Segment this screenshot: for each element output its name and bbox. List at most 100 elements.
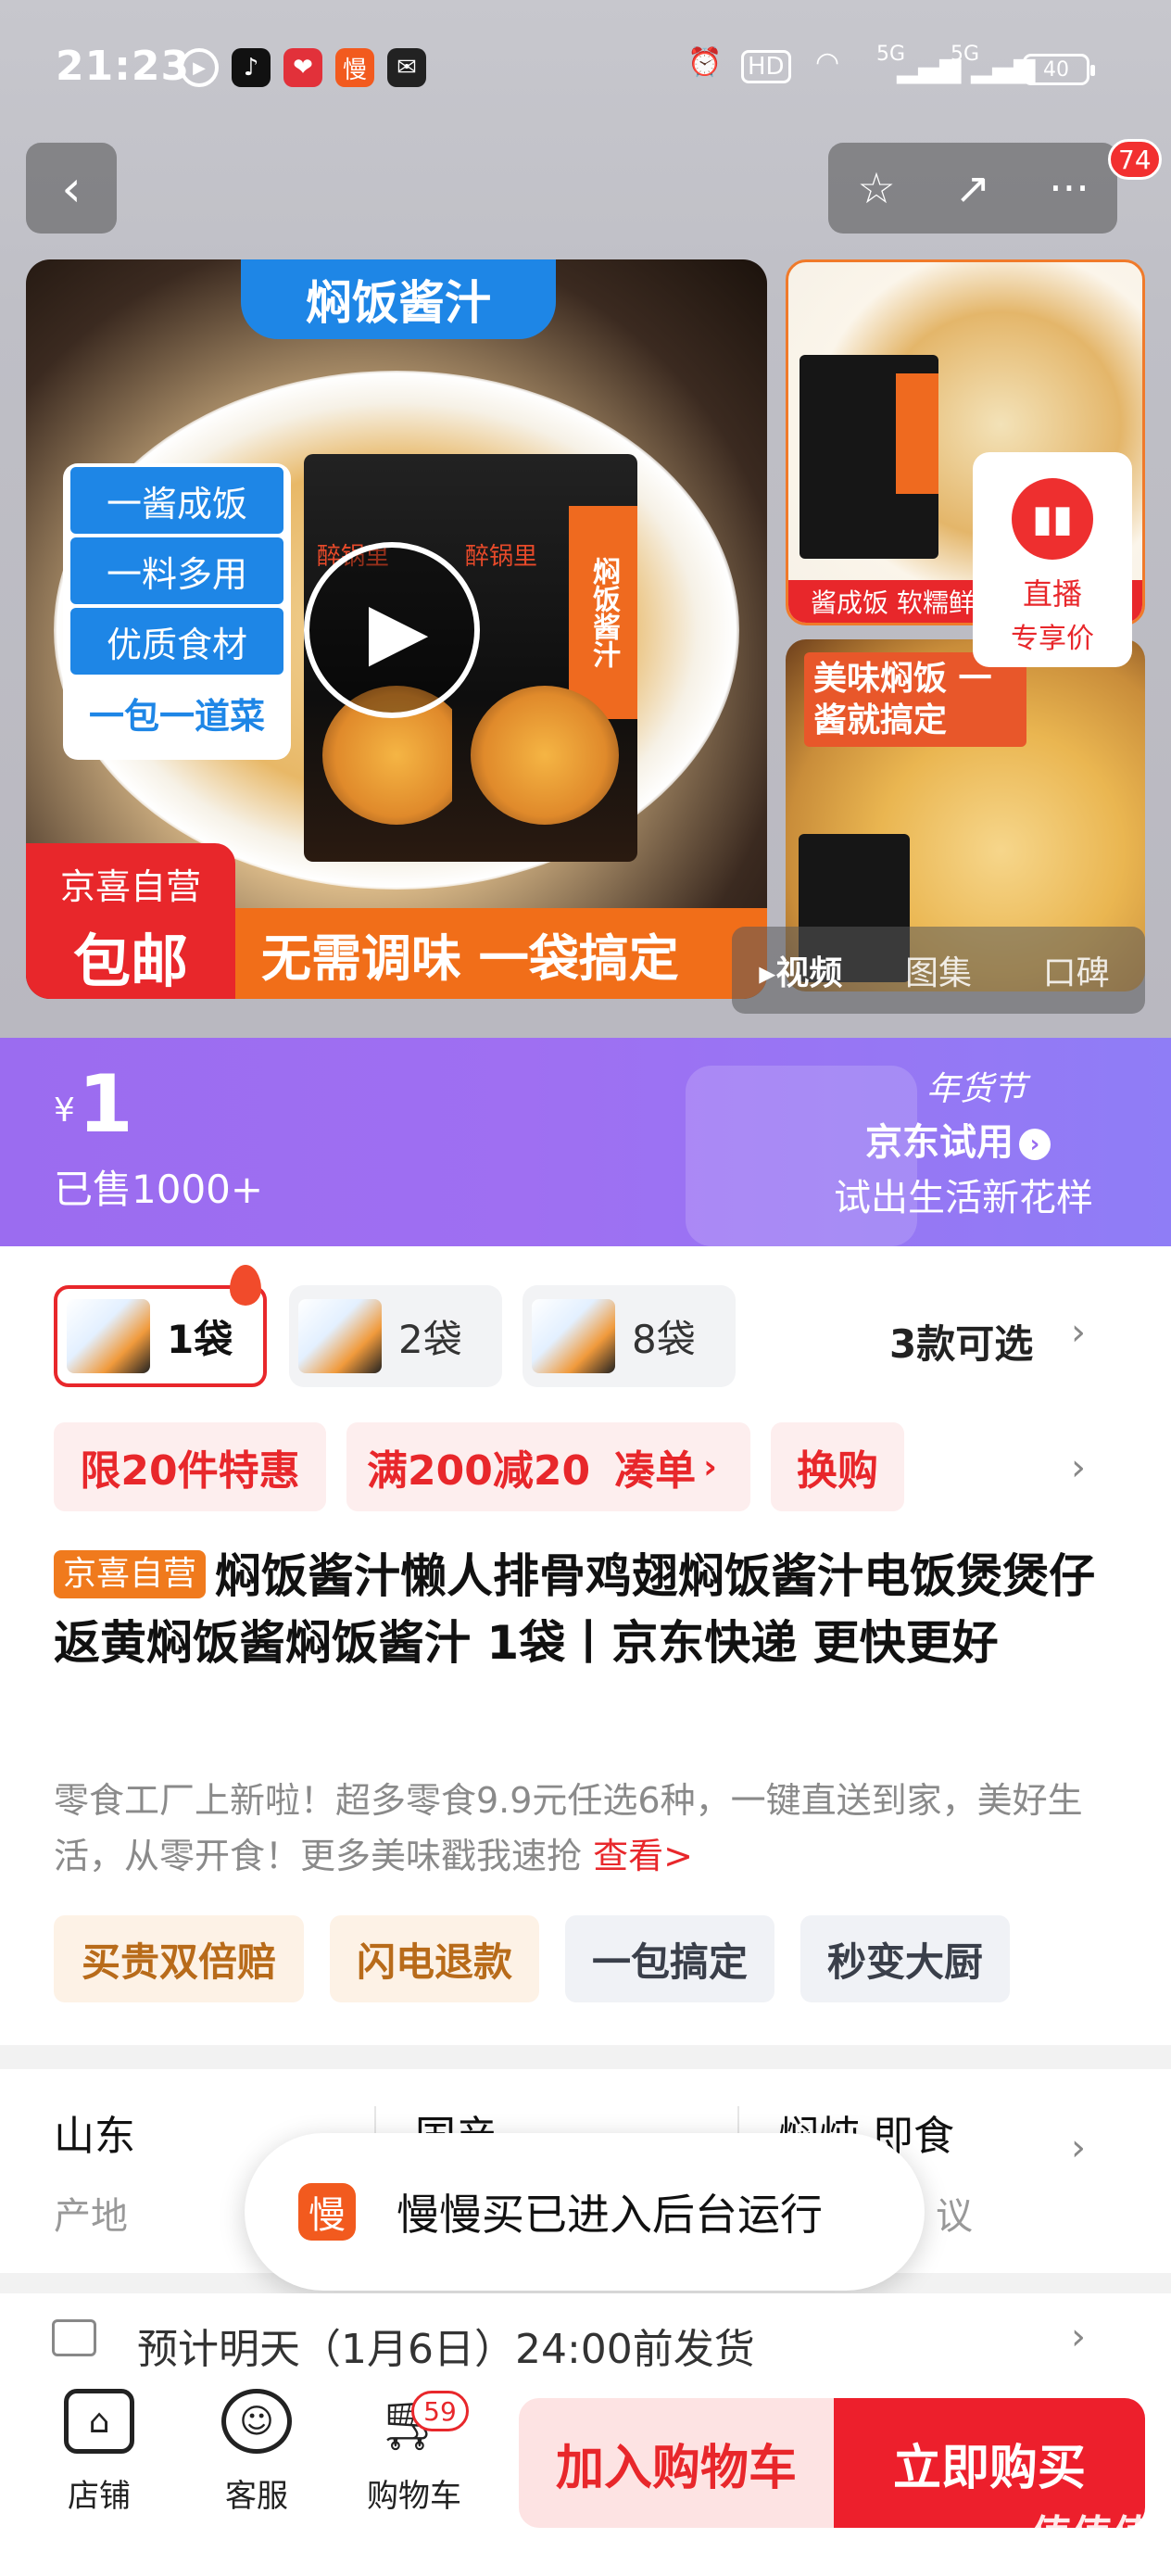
hd-icon: HD: [741, 50, 791, 83]
tab-reviews[interactable]: 口碑: [1007, 946, 1145, 994]
store-icon: ⌂: [64, 2389, 134, 2454]
tab-video[interactable]: ▸视频: [732, 946, 870, 994]
service-tag[interactable]: 一包搞定: [565, 1915, 774, 2002]
chevron-right-icon: ›: [1019, 1129, 1051, 1160]
product-title: 京喜自营 焖饭酱汁懒人排骨鸡翅焖饭酱汁电饭煲煲仔返黄焖饭酱焖饭酱汁 1袋丨京东快递…: [54, 1543, 1128, 1676]
tab-gallery[interactable]: 图集: [870, 946, 1008, 994]
watermark-site: zhizhizhi.com: [1029, 2561, 1155, 2576]
play-video-button[interactable]: ▶: [304, 542, 480, 718]
live-stream-button[interactable]: ▮▮ 直播 专享价: [973, 452, 1132, 667]
self-operated-label: 京喜自营: [59, 866, 201, 907]
service-tag[interactable]: 闪电退款: [330, 1915, 539, 2002]
trial-label: 京东试用: [865, 1121, 1014, 1164]
cart-label: 购物车: [367, 2478, 461, 2515]
jd-trial-link[interactable]: 京东试用 ›: [865, 1112, 1051, 1166]
share-button[interactable]: ↗: [925, 143, 1021, 234]
back-button[interactable]: ‹: [26, 143, 117, 234]
attribute-origin: 山东 产地: [54, 2102, 135, 2240]
chevron-left-icon: ‹: [61, 158, 82, 218]
currency-symbol: ¥: [54, 1092, 75, 1130]
chat-icon: ☺: [221, 2389, 292, 2454]
media-tabs: ▸视频 图集 口碑: [732, 927, 1145, 1014]
variant-thumb: [67, 1299, 150, 1373]
more-icon: ···: [1049, 163, 1089, 213]
watermark-glyph: 值值值: [1031, 2512, 1153, 2559]
variant-option[interactable]: 8袋: [523, 1285, 736, 1387]
feature-footer: 一包一道菜: [88, 695, 265, 737]
star-icon: ☆: [857, 163, 896, 213]
sold-count: 已售1000+: [54, 1167, 264, 1212]
package-thumb: [800, 355, 938, 559]
promo-tag[interactable]: 换购: [771, 1422, 904, 1511]
customer-service-button[interactable]: ☺ 客服: [187, 2389, 326, 2516]
product-hero: 21:23 ▶ ♪ ❤ 慢 ✉ ⏰ HD ◠ 5G ▂▄▆ 5G ▂▄▆ 40 …: [0, 0, 1171, 1038]
site-watermark: 值值值 zhizhizhi.com: [1023, 2502, 1162, 2576]
manmanmai-icon: 慢: [335, 48, 374, 87]
tab-video-label: 视频: [775, 954, 843, 992]
play-icon: ▶: [368, 585, 429, 676]
self-operated-badge: 京喜自营: [54, 1550, 207, 1598]
promo-tag[interactable]: 限20件特惠: [54, 1422, 326, 1511]
mail-icon: ✉: [387, 48, 426, 87]
festival-label: 年货节: [926, 1070, 1027, 1108]
description-text: 零食工厂上新啦！超多零食9.9元任选6种，一键直送到家，美好生活，从零开食！更多…: [54, 1780, 1083, 1876]
favorite-button[interactable]: ☆: [828, 143, 925, 234]
nav-actions: ☆ ↗ ···: [828, 143, 1117, 234]
live-sub-label: 专享价: [1011, 623, 1094, 655]
service-tag[interactable]: 买贵双倍赔: [54, 1915, 304, 2002]
product-description: 零食工厂上新啦！超多零食9.9元任选6种，一键直送到家，美好生活，从零开食！更多…: [54, 1773, 1119, 1884]
battery-icon: 40: [1023, 54, 1095, 85]
truck-icon: [52, 2319, 96, 2356]
package-food-image: [471, 686, 619, 825]
add-to-cart-button[interactable]: 加入购物车: [519, 2398, 834, 2528]
cart-count-badge: 59: [411, 2391, 469, 2431]
customer-service-label: 客服: [225, 2478, 288, 2515]
promo-tag[interactable]: 满200减20 凑单 ›: [346, 1422, 750, 1511]
product-title-text: 焖饭酱汁懒人排骨鸡翅焖饭酱汁电饭煲煲仔返黄焖饭酱焖饭酱汁 1袋丨京东快递 更快更…: [54, 1549, 1096, 1670]
sauce-package: 焖饭酱汁 醉锅里: [452, 454, 637, 862]
price-value: 1: [78, 1058, 133, 1151]
variant-option[interactable]: 2袋: [289, 1285, 502, 1387]
feature-item: 一料多用: [70, 537, 283, 604]
feature-item: 一酱成饭: [70, 467, 283, 534]
background-running-toast: 慢 慢慢买已进入后台运行: [245, 2133, 925, 2291]
promo-tag-label: 满200减20: [367, 1447, 591, 1495]
attribute-key: 议: [936, 2195, 973, 2238]
share-icon: ↗: [954, 163, 991, 213]
service-tag[interactable]: 秒变大厨: [800, 1915, 1010, 2002]
attribute-key: 产地: [54, 2195, 128, 2238]
store-button[interactable]: ⌂ 店铺: [30, 2389, 169, 2516]
variant-thumb: [298, 1299, 382, 1373]
play-icon: ▶: [180, 48, 219, 87]
chevron-right-icon: ›: [1071, 1311, 1086, 1354]
feature-card: 一酱成饭 一料多用 优质食材 一包一道菜: [63, 463, 291, 760]
image-title: 焖饭酱汁: [241, 259, 556, 339]
hot-icon: [230, 1265, 261, 1306]
shipping-text: 预计明天（1月6日）24:00前发货: [137, 2326, 755, 2373]
chevron-right-icon: ›: [1071, 1446, 1086, 1489]
alarm-icon: ⏰: [687, 46, 723, 79]
tiktok-icon: ♪: [232, 48, 271, 87]
feature-item: 优质食材: [70, 608, 283, 675]
status-bar: 21:23 ▶ ♪ ❤ 慢 ✉ ⏰ HD ◠ 5G ▂▄▆ 5G ▂▄▆ 40: [0, 0, 1171, 130]
attribute-value: 山东: [54, 2113, 135, 2160]
wifi-icon: ◠: [815, 46, 840, 79]
manmanmai-icon: 慢: [298, 2183, 356, 2241]
chevron-right-icon: ›: [1071, 2127, 1086, 2169]
store-label: 店铺: [68, 2478, 131, 2515]
message-badge: 74: [1108, 139, 1162, 180]
self-operated-tag: 京喜自营 包邮: [26, 843, 235, 999]
trial-tagline: 试出生活新花样: [834, 1177, 1093, 1219]
variant-count[interactable]: 3款可选: [889, 1313, 1033, 1370]
main-product-image[interactable]: 焖饭酱汁 一酱成饭 一料多用 优质食材 一包一道菜 醉锅里 焖饭酱汁 醉锅里 ▶…: [26, 259, 767, 999]
variant-label: 8袋: [632, 1316, 696, 1362]
view-more-link[interactable]: 查看>: [593, 1836, 693, 1876]
variant-label: 2袋: [398, 1316, 462, 1362]
add-on-link: 凑单: [614, 1447, 697, 1495]
product-info-card: 1袋 2袋 8袋 3款可选 › 限20件特惠 满200减20 凑单 › 换购 ›…: [0, 1246, 1171, 2045]
more-button[interactable]: ···: [1021, 143, 1117, 234]
status-time: 21:23: [56, 43, 191, 90]
image-slogan: 无需调味 一袋搞定: [235, 908, 767, 999]
live-label: 直播: [1022, 576, 1082, 612]
price-banner: ¥ 1 已售1000+ 年货节 京东试用 › 试出生活新花样: [0, 1038, 1171, 1246]
